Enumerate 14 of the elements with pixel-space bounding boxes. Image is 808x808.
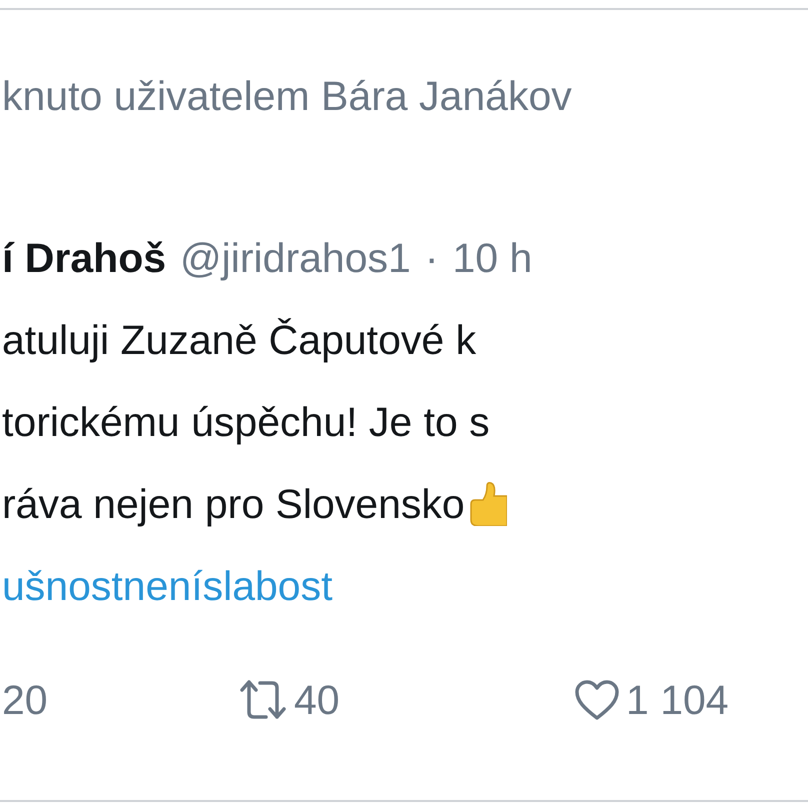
tweet-text-line: atuluji Zuzaně Čaputové k — [2, 316, 476, 364]
separator: · — [424, 234, 438, 282]
tweet-time: 10 h — [452, 234, 532, 282]
retweet-icon[interactable] — [238, 678, 288, 722]
retweet-count: 40 — [294, 676, 340, 724]
tweet-text-line: ráva nejen pro Slovensko — [2, 480, 465, 528]
author-name[interactable]: í Drahoš — [2, 234, 166, 282]
thumbs-up-icon — [468, 482, 507, 526]
reply-count: 20 — [2, 676, 48, 724]
author-handle: @jiridrahos1 — [180, 234, 411, 282]
like-count: 1 104 — [626, 676, 729, 724]
tweet-text-line: torickému úspěchu! Je to s — [2, 398, 490, 446]
heart-icon[interactable] — [574, 679, 620, 721]
retweeted-by-label: knuto uživatelem Bára Janákov — [2, 72, 572, 120]
